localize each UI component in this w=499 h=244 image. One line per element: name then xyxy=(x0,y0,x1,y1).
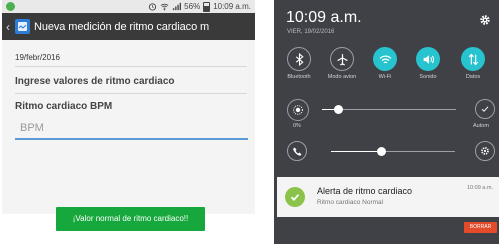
notification-time: 10:09 a.m. xyxy=(467,185,493,191)
airplane-icon xyxy=(330,47,354,71)
status-time: 10:09 a.m. xyxy=(213,2,251,11)
quick-toggle-bluetooth[interactable]: Bluetooth xyxy=(278,47,320,80)
battery-icon xyxy=(203,1,211,12)
normal-heart-rate-button[interactable]: ¡Valor normal de ritmo cardiaco!! xyxy=(56,207,205,231)
bpm-field-label: Ritmo cardiaco BPM xyxy=(15,101,113,112)
volume-slider-thumb[interactable] xyxy=(376,147,386,156)
brightness-percent: 0% xyxy=(293,123,301,129)
measurement-date: 19/febr/2016 xyxy=(15,53,60,62)
auto-brightness-label: Autom xyxy=(473,123,489,129)
divider xyxy=(15,66,247,67)
heart-rate-app-screen: 56% 10:09 a.m. ‹ Nueva medición de ritmo… xyxy=(2,0,255,214)
status-bar: 56% 10:09 a.m. xyxy=(2,0,255,13)
volume-settings-button[interactable] xyxy=(475,141,495,161)
brightness-slider[interactable] xyxy=(322,105,456,114)
notification-shade: 10:09 a.m. VIER, 19/02/2016 Bluetooth Mo… xyxy=(274,0,499,244)
phone-icon xyxy=(287,141,307,161)
back-icon[interactable]: ‹ xyxy=(3,13,13,40)
data-icon xyxy=(461,47,485,71)
auto-brightness-checkbox[interactable] xyxy=(475,99,495,119)
signal-icon xyxy=(173,2,182,11)
clock-time: 10:09 a.m. xyxy=(286,9,362,26)
brightness-slider-thumb[interactable] xyxy=(334,105,344,114)
clock-date: VIER, 19/02/2016 xyxy=(287,29,335,35)
heart-rate-notification[interactable]: Alerta de ritmo cardiaco Ritmo cardiaco … xyxy=(277,177,499,217)
bluetooth-icon xyxy=(287,47,311,71)
wifi-icon xyxy=(373,47,397,71)
app-toolbar: ‹ Nueva medición de ritmo cardiaco m xyxy=(2,13,255,40)
quick-toggle-data[interactable]: Datos xyxy=(452,47,494,80)
notification-icon xyxy=(6,2,15,11)
volume-slider[interactable] xyxy=(331,147,455,156)
gear-icon[interactable] xyxy=(479,14,491,26)
quick-toggle-wifi[interactable]: Wi-Fi xyxy=(364,47,406,80)
clear-notifications-button[interactable]: BORRAR xyxy=(464,222,497,233)
check-circle-icon xyxy=(285,187,305,207)
brightness-icon xyxy=(287,99,309,121)
alarm-icon xyxy=(149,3,157,11)
divider xyxy=(15,93,247,94)
page-title: Nueva medición de ritmo cardiaco m xyxy=(34,20,210,33)
form-heading: Ingrese valores de ritmo cardiaco xyxy=(15,76,175,87)
check-icon xyxy=(481,106,489,112)
bpm-input[interactable] xyxy=(15,118,248,140)
battery-percent: 56% xyxy=(184,2,201,11)
wifi-icon xyxy=(160,3,169,11)
settings-icon xyxy=(481,147,489,155)
app-logo-icon xyxy=(15,19,30,34)
quick-toggle-airplane[interactable]: Modo avion xyxy=(321,47,363,80)
notification-body: Ritmo cardiaco Normal xyxy=(317,199,384,206)
quick-toggle-sound[interactable]: Sonido xyxy=(407,47,449,80)
sound-icon xyxy=(416,47,440,71)
notification-title: Alerta de ritmo cardiaco xyxy=(317,186,413,196)
volume-slider-fill xyxy=(331,151,381,152)
